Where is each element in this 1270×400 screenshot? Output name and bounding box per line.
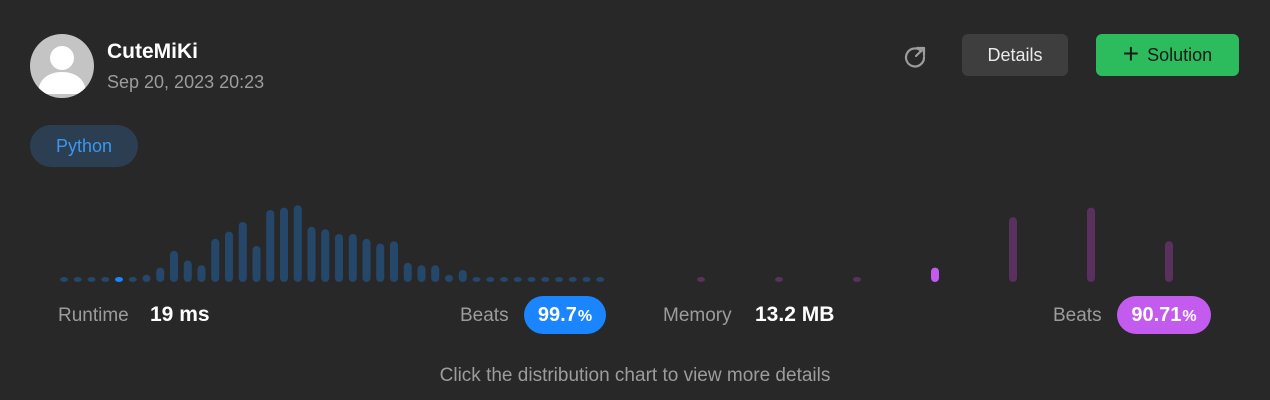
runtime-bar[interactable] [513, 277, 522, 282]
runtime-bar[interactable] [541, 277, 550, 282]
runtime-bar[interactable] [225, 231, 233, 282]
runtime-bar[interactable] [266, 210, 275, 282]
runtime-bar[interactable] [527, 277, 536, 282]
add-solution-button[interactable]: + Solution [1096, 34, 1239, 76]
runtime-bar[interactable] [596, 277, 605, 282]
runtime-bar[interactable] [238, 222, 247, 282]
memory-label: Memory [663, 305, 732, 326]
runtime-bar[interactable] [335, 234, 343, 282]
runtime-bar[interactable] [500, 277, 508, 282]
plus-icon: + [1122, 37, 1140, 69]
runtime-beats-label: Beats [460, 305, 509, 326]
distribution-chart[interactable] [0, 180, 1270, 285]
runtime-bar[interactable] [376, 243, 385, 282]
runtime-bar[interactable] [142, 274, 151, 282]
memory-bar[interactable] [931, 267, 939, 282]
memory-beats-unit: % [1182, 307, 1197, 325]
runtime-beats-unit: % [577, 307, 593, 325]
runtime-bar[interactable] [445, 274, 453, 282]
runtime-bar[interactable] [472, 277, 481, 282]
runtime-bar[interactable] [101, 277, 110, 282]
memory-beats-label: Beats [1053, 305, 1102, 326]
runtime-bar[interactable] [156, 267, 165, 282]
runtime-bar[interactable] [211, 238, 220, 282]
runtime-beats-badge: 99.7% [524, 296, 606, 334]
runtime-bar[interactable] [128, 277, 137, 282]
runtime-bar[interactable] [293, 205, 302, 282]
runtime-bar[interactable] [87, 277, 96, 282]
submission-timestamp: Sep 20, 2023 20:23 [107, 72, 265, 92]
runtime-bar[interactable] [417, 265, 426, 282]
runtime-beats-value: 99.7 [537, 303, 577, 326]
refresh-icon [904, 46, 926, 68]
runtime-label: Runtime [58, 305, 129, 326]
memory-bar[interactable] [853, 277, 861, 282]
runtime-bar[interactable] [280, 207, 288, 282]
memory-bar[interactable] [697, 277, 705, 282]
details-button[interactable]: Details [962, 34, 1068, 76]
language-tag: Python [30, 125, 138, 167]
runtime-bar[interactable] [582, 277, 591, 282]
solution-button-label: Solution [1147, 44, 1213, 65]
user-silhouette-icon [38, 46, 86, 94]
username[interactable]: CuteMiKi [107, 40, 198, 64]
runtime-bar[interactable] [403, 262, 412, 282]
memory-beats-badge: 90.71% [1117, 296, 1211, 334]
runtime-bar[interactable] [348, 234, 357, 282]
runtime-bar[interactable] [170, 250, 178, 282]
runtime-bar[interactable] [252, 246, 261, 282]
avatar[interactable] [30, 34, 94, 98]
memory-bar[interactable] [775, 277, 783, 282]
runtime-bar[interactable] [321, 229, 330, 282]
runtime-bar[interactable] [60, 277, 68, 282]
memory-bar[interactable] [1165, 241, 1173, 282]
runtime-bar[interactable] [555, 277, 563, 282]
memory-beats-value: 90.71 [1131, 303, 1182, 326]
memory-bar[interactable] [1087, 207, 1095, 282]
memory-value: 13.2 MB [755, 303, 835, 326]
details-button-label: Details [987, 44, 1043, 65]
memory-bar[interactable] [1009, 217, 1017, 282]
runtime-bar[interactable] [431, 265, 440, 282]
runtime-bar[interactable] [362, 238, 371, 282]
refresh-button[interactable] [902, 44, 928, 70]
runtime-bar[interactable] [390, 241, 398, 282]
runtime-bar[interactable] [486, 277, 495, 282]
runtime-bar[interactable] [115, 277, 123, 282]
runtime-bar[interactable] [183, 260, 192, 282]
runtime-bar[interactable] [568, 277, 577, 282]
runtime-bar[interactable] [307, 226, 316, 282]
runtime-bar[interactable] [73, 277, 82, 282]
runtime-bar[interactable] [197, 265, 206, 282]
runtime-value: 19 ms [150, 303, 210, 326]
language-tag-label: Python [55, 135, 113, 156]
chart-hint: Click the distribution chart to view mor… [439, 365, 831, 386]
runtime-bar[interactable] [458, 270, 467, 282]
